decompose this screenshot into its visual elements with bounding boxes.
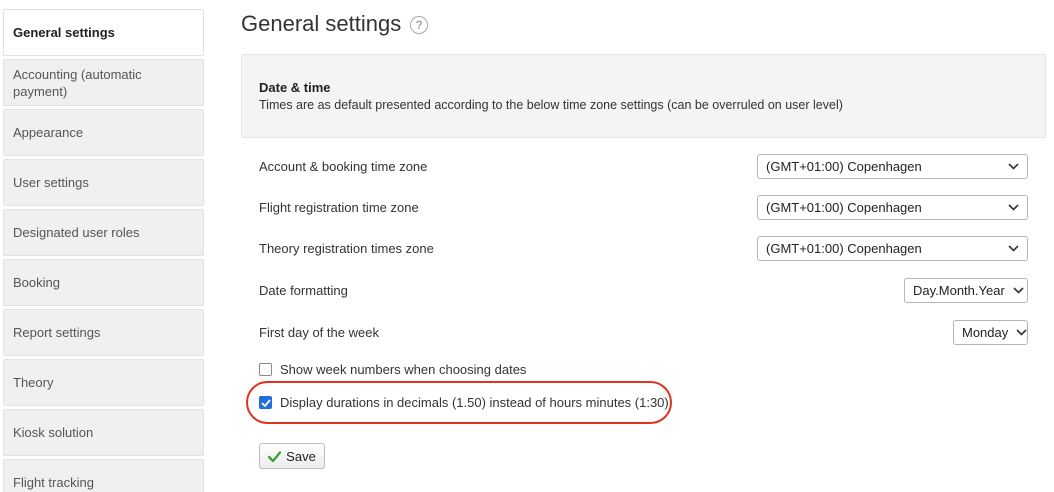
sidebar-item-booking[interactable]: Booking <box>3 259 204 306</box>
first-day-select[interactable]: Monday <box>953 320 1028 345</box>
flight-timezone-select[interactable]: (GMT+01:00) Copenhagen <box>757 195 1028 220</box>
first-day-value: Monday <box>962 325 1009 340</box>
sidebar-item-user-settings[interactable]: User settings <box>3 159 204 206</box>
date-time-heading: Date & time <box>259 80 331 95</box>
sidebar-item-kiosk-solution[interactable]: Kiosk solution <box>3 409 204 456</box>
theory-timezone-value: (GMT+01:00) Copenhagen <box>766 241 922 256</box>
settings-sidebar: General settings Accounting (automatic p… <box>3 9 204 492</box>
theory-timezone-select[interactable]: (GMT+01:00) Copenhagen <box>757 236 1028 261</box>
week-numbers-label: Show week numbers when choosing dates <box>280 362 527 377</box>
date-format-value: Day.Month.Year <box>913 283 1005 298</box>
chevron-down-icon <box>1007 202 1019 214</box>
save-button[interactable]: Save <box>259 443 325 469</box>
account-timezone-label: Account & booking time zone <box>259 159 428 174</box>
flight-timezone-value: (GMT+01:00) Copenhagen <box>766 200 922 215</box>
first-day-label: First day of the week <box>259 325 379 340</box>
page-title: General settings <box>241 11 402 36</box>
account-timezone-select[interactable]: (GMT+01:00) Copenhagen <box>757 154 1028 179</box>
date-time-info-panel: Date & time Times are as default present… <box>241 54 1046 138</box>
date-format-label: Date formatting <box>259 283 348 298</box>
chevron-down-icon <box>1007 243 1019 255</box>
date-format-row: Date formatting Day.Month.Year <box>259 278 1028 304</box>
date-time-description: Times are as default presented according… <box>259 98 843 112</box>
account-timezone-value: (GMT+01:00) Copenhagen <box>766 159 922 174</box>
flight-timezone-label: Flight registration time zone <box>259 200 419 215</box>
save-label: Save <box>286 448 316 464</box>
chevron-down-icon <box>1016 327 1027 339</box>
checkmark-icon <box>268 450 282 462</box>
sidebar-item-general-settings[interactable]: General settings <box>3 9 204 56</box>
flight-timezone-row: Flight registration time zone (GMT+01:00… <box>259 195 1028 221</box>
sidebar-item-report-settings[interactable]: Report settings <box>3 309 204 356</box>
sidebar-item-designated-user-roles[interactable]: Designated user roles <box>3 209 204 256</box>
date-format-select[interactable]: Day.Month.Year <box>904 278 1028 303</box>
week-numbers-option[interactable]: Show week numbers when choosing dates <box>259 362 526 377</box>
sidebar-item-theory[interactable]: Theory <box>3 359 204 406</box>
highlight-annotation <box>246 381 672 424</box>
page-header: General settings ? <box>241 11 429 37</box>
theory-timezone-label: Theory registration times zone <box>259 241 434 256</box>
chevron-down-icon <box>1013 285 1024 297</box>
account-timezone-row: Account & booking time zone (GMT+01:00) … <box>259 154 1028 180</box>
chevron-down-icon <box>1007 161 1019 173</box>
sidebar-item-appearance[interactable]: Appearance <box>3 109 204 156</box>
sidebar-item-flight-tracking[interactable]: Flight tracking <box>3 459 204 492</box>
theory-timezone-row: Theory registration times zone (GMT+01:0… <box>259 236 1028 262</box>
sidebar-item-accounting[interactable]: Accounting (automatic payment) <box>3 59 204 106</box>
question-circle-icon[interactable]: ? <box>410 16 429 34</box>
week-numbers-checkbox[interactable] <box>259 363 272 376</box>
first-day-row: First day of the week Monday <box>259 320 1028 346</box>
